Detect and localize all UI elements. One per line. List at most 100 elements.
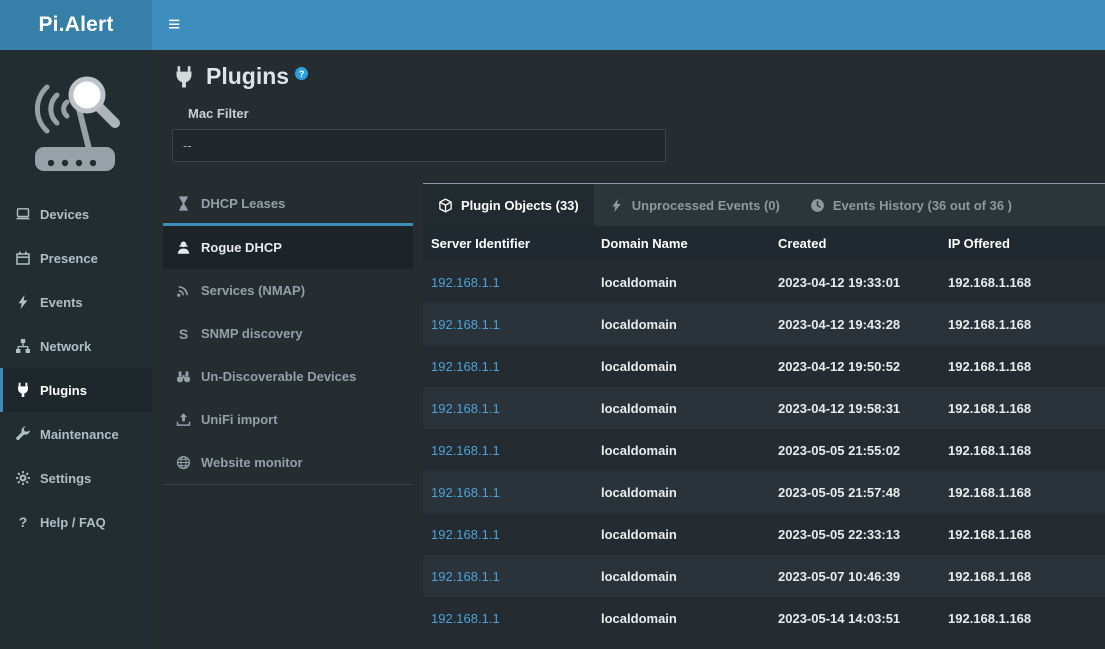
server-identifier-cell[interactable]: 192.168.1.1 (423, 555, 593, 597)
plugin-nav-item-label: SNMP discovery (201, 326, 303, 341)
plugin-nav-item-snmp-discovery[interactable]: S SNMP discovery (163, 312, 413, 355)
network-icon (15, 338, 31, 354)
server-identifier-cell[interactable]: 192.168.1.1 (423, 513, 593, 555)
ip-offered-cell: 192.168.1.168 (940, 261, 1105, 303)
sidebar-toggle-button[interactable]: ≡ (152, 0, 196, 50)
domain-name-cell: localdomain (593, 555, 770, 597)
mac-filter-label: Mac Filter (188, 106, 1105, 121)
sidebar-item-help-faq[interactable]: ? Help / FAQ (0, 500, 152, 544)
sidebar-item-maintenance[interactable]: Maintenance (0, 412, 152, 456)
tab-label: Unprocessed Events (0) (632, 198, 780, 213)
topbar: Pi.Alert ≡ (0, 0, 1105, 50)
server-identifier-cell[interactable]: 192.168.1.1 (423, 471, 593, 513)
created-cell: 2023-04-12 19:50:52 (770, 345, 940, 387)
server-identifier-cell[interactable]: 192.168.1.1 (423, 387, 593, 429)
wrench-icon (15, 426, 31, 442)
ip-offered-cell: 192.168.1.168 (940, 597, 1105, 639)
domain-name-cell: localdomain (593, 261, 770, 303)
sidebar-item-label: Devices (40, 207, 89, 222)
sidebar-item-network[interactable]: Network (0, 324, 152, 368)
sidebar-item-plugins[interactable]: Plugins (0, 368, 152, 412)
globe-icon (176, 455, 191, 470)
plugin-nav-item-un-discoverable-devices[interactable]: Un-Discoverable Devices (163, 355, 413, 398)
tab-events-history-36-out-of-36[interactable]: Events History (36 out of 36 ) (795, 184, 1027, 226)
app-brand[interactable]: Pi.Alert (0, 0, 152, 50)
page-title: Plugins (206, 63, 289, 90)
sidebar-item-label: Help / FAQ (40, 515, 106, 530)
plugin-nav-item-services-nmap[interactable]: Services (NMAP) (163, 269, 413, 312)
server-identifier-cell[interactable]: 192.168.1.1 (423, 261, 593, 303)
table-row: 192.168.1.1localdomain2023-04-12 19:33:0… (423, 261, 1105, 303)
plugin-nav-item-label: Un-Discoverable Devices (201, 369, 356, 384)
column-header-domain-name[interactable]: Domain Name (593, 226, 770, 261)
server-identifier-cell[interactable]: 192.168.1.1 (423, 345, 593, 387)
created-cell: 2023-04-12 19:58:31 (770, 387, 940, 429)
main-content: Plugins ? Mac Filter -- DHCP Leases Rogue… (152, 50, 1105, 649)
domain-name-cell: localdomain (593, 597, 770, 639)
tab-bar: Plugin Objects (33) Unprocessed Events (0… (423, 183, 1105, 226)
plugin-nav-item-label: Services (NMAP) (201, 283, 305, 298)
cube-icon (438, 198, 453, 213)
sidebar-item-label: Maintenance (40, 427, 119, 442)
plug-icon (15, 382, 31, 398)
spy-icon (176, 240, 191, 255)
server-identifier-cell[interactable]: 192.168.1.1 (423, 429, 593, 471)
created-cell: 2023-05-14 14:03:51 (770, 597, 940, 639)
column-header-created[interactable]: Created (770, 226, 940, 261)
table-header-row: Server IdentifierDomain NameCreatedIP Of… (423, 226, 1105, 261)
hourglass-icon (176, 196, 191, 211)
plug-icon (172, 65, 196, 89)
column-header-ip-offered[interactable]: IP Offered (940, 226, 1105, 261)
events-icon (15, 294, 31, 310)
plugin-nav-item-unifi-import[interactable]: UniFi import (163, 398, 413, 441)
sidebar-item-label: Settings (40, 471, 91, 486)
plugin-nav: DHCP Leases Rogue DHCP Services (NMAP) S SNM… (163, 183, 413, 485)
plugin-nav-item-label: Website monitor (201, 455, 303, 470)
plugin-nav-item-dhcp-leases[interactable]: DHCP Leases (163, 183, 413, 226)
binoculars-icon (176, 369, 191, 384)
created-cell: 2023-05-07 10:46:39 (770, 555, 940, 597)
sidebar-item-label: Events (40, 295, 83, 310)
server-identifier-cell[interactable]: 192.168.1.1 (423, 303, 593, 345)
table-row: 192.168.1.1localdomain2023-04-12 19:50:5… (423, 345, 1105, 387)
question-icon: ? (15, 514, 31, 530)
mac-filter-select[interactable]: -- (172, 129, 666, 162)
ip-offered-cell: 192.168.1.168 (940, 513, 1105, 555)
plugin-nav-item-website-monitor[interactable]: Website monitor (163, 441, 413, 484)
app-brand-label: Pi.Alert (38, 13, 113, 37)
plugin-objects-table: Server IdentifierDomain NameCreatedIP Of… (423, 226, 1105, 639)
domain-name-cell: localdomain (593, 471, 770, 513)
table-row: 192.168.1.1localdomain2023-05-07 10:46:3… (423, 555, 1105, 597)
topbar-strip: ≡ (152, 0, 1105, 50)
sidebar-item-settings[interactable]: Settings (0, 456, 152, 500)
sidebar-item-events[interactable]: Events (0, 280, 152, 324)
bolt-icon (609, 198, 624, 213)
sidebar-menu: Devices Presence Events NetworkPlugins Maint… (0, 192, 152, 544)
table-row: 192.168.1.1localdomain2023-04-12 19:58:3… (423, 387, 1105, 429)
help-badge[interactable]: ? (295, 67, 308, 80)
tab-plugin-objects-33[interactable]: Plugin Objects (33) (423, 184, 594, 226)
table-row: 192.168.1.1localdomain2023-04-12 19:43:2… (423, 303, 1105, 345)
ip-offered-cell: 192.168.1.168 (940, 471, 1105, 513)
content-row: DHCP Leases Rogue DHCP Services (NMAP) S SNM… (152, 183, 1105, 639)
plugin-nav-item-label: UniFi import (201, 412, 278, 427)
created-cell: 2023-04-12 19:43:28 (770, 303, 940, 345)
upload-icon (176, 412, 191, 427)
column-header-server-identifier[interactable]: Server Identifier (423, 226, 593, 261)
presence-icon (15, 250, 31, 266)
snmp-icon: S (176, 326, 191, 341)
tab-unprocessed-events-0[interactable]: Unprocessed Events (0) (594, 184, 795, 226)
table-row: 192.168.1.1localdomain2023-05-05 21:55:0… (423, 429, 1105, 471)
domain-name-cell: localdomain (593, 303, 770, 345)
ip-offered-cell: 192.168.1.168 (940, 429, 1105, 471)
plugin-nav-item-rogue-dhcp[interactable]: Rogue DHCP (163, 226, 413, 269)
sidebar-item-devices[interactable]: Devices (0, 192, 152, 236)
ip-offered-cell: 192.168.1.168 (940, 555, 1105, 597)
sidebar-item-presence[interactable]: Presence (0, 236, 152, 280)
server-identifier-cell[interactable]: 192.168.1.1 (423, 597, 593, 639)
created-cell: 2023-05-05 21:57:48 (770, 471, 940, 513)
mac-filter-value: -- (183, 138, 192, 153)
plugin-nav-item-label: Rogue DHCP (201, 240, 282, 255)
devices-icon (15, 206, 31, 222)
clock-icon (810, 198, 825, 213)
